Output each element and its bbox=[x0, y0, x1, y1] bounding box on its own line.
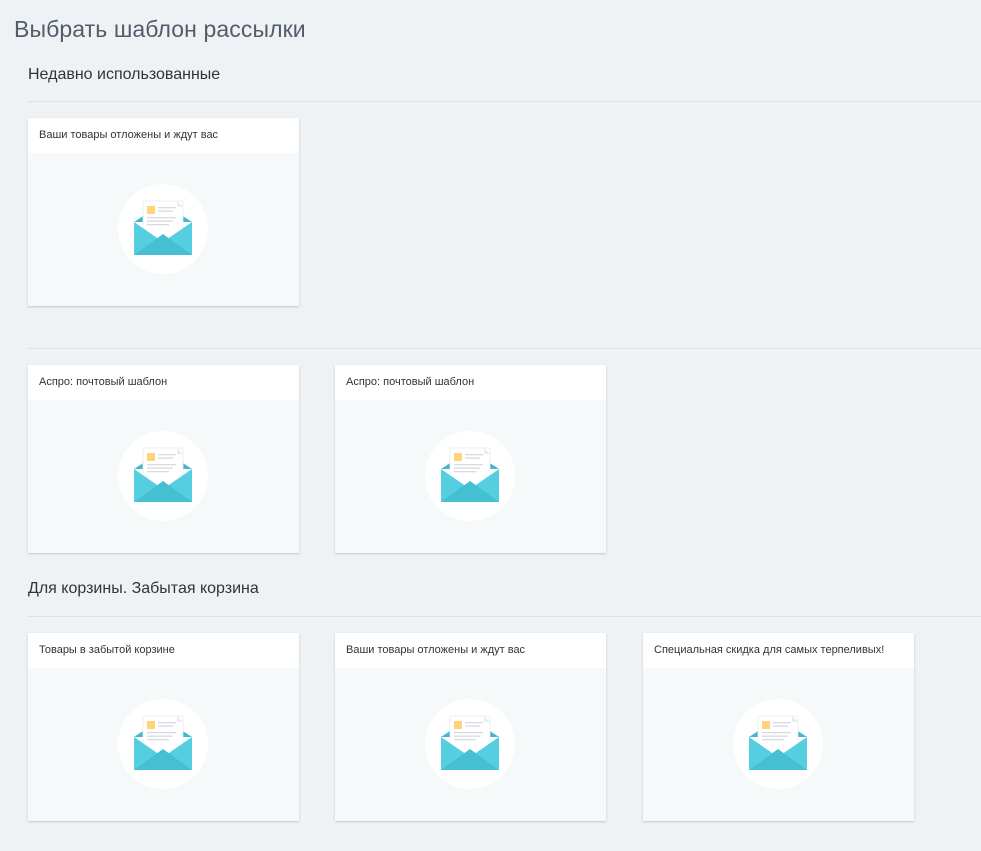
template-card[interactable]: Специальная скидка для самых терпеливых! bbox=[643, 633, 914, 821]
template-card-preview bbox=[28, 668, 299, 821]
template-card[interactable]: Ваши товары отложены и ждут вас bbox=[335, 633, 606, 821]
envelope-letter-icon bbox=[425, 431, 515, 521]
template-card[interactable]: Ваши товары отложены и ждут вас bbox=[28, 118, 299, 306]
section-divider bbox=[28, 616, 981, 617]
envelope-letter-icon bbox=[118, 699, 208, 789]
section-title-cart: Для корзины. Забытая корзина bbox=[28, 580, 259, 597]
template-card[interactable]: Аспро: почтовый шаблон bbox=[335, 365, 606, 553]
template-card-title: Аспро: почтовый шаблон bbox=[28, 365, 299, 400]
template-card-preview bbox=[28, 153, 299, 306]
envelope-letter-icon bbox=[118, 184, 208, 274]
template-card[interactable]: Товары в забытой корзине bbox=[28, 633, 299, 821]
template-card-preview bbox=[643, 668, 914, 821]
template-card-title: Аспро: почтовый шаблон bbox=[335, 365, 606, 400]
template-card[interactable]: Аспро: почтовый шаблон bbox=[28, 365, 299, 553]
template-card-preview bbox=[28, 400, 299, 553]
template-card-title: Ваши товары отложены и ждут вас bbox=[335, 633, 606, 668]
page-title: Выбрать шаблон рассылки bbox=[14, 16, 306, 42]
template-card-title: Товары в забытой корзине bbox=[28, 633, 299, 668]
section-title-recent: Недавно использованные bbox=[28, 66, 221, 83]
template-card-title: Ваши товары отложены и ждут вас bbox=[28, 118, 299, 153]
section-divider bbox=[28, 348, 981, 349]
section-divider bbox=[28, 101, 981, 102]
template-card-preview bbox=[335, 400, 606, 553]
envelope-letter-icon bbox=[118, 431, 208, 521]
template-card-title: Специальная скидка для самых терпеливых! bbox=[643, 633, 914, 668]
envelope-letter-icon bbox=[425, 699, 515, 789]
envelope-letter-icon bbox=[733, 699, 823, 789]
template-card-preview bbox=[335, 668, 606, 821]
